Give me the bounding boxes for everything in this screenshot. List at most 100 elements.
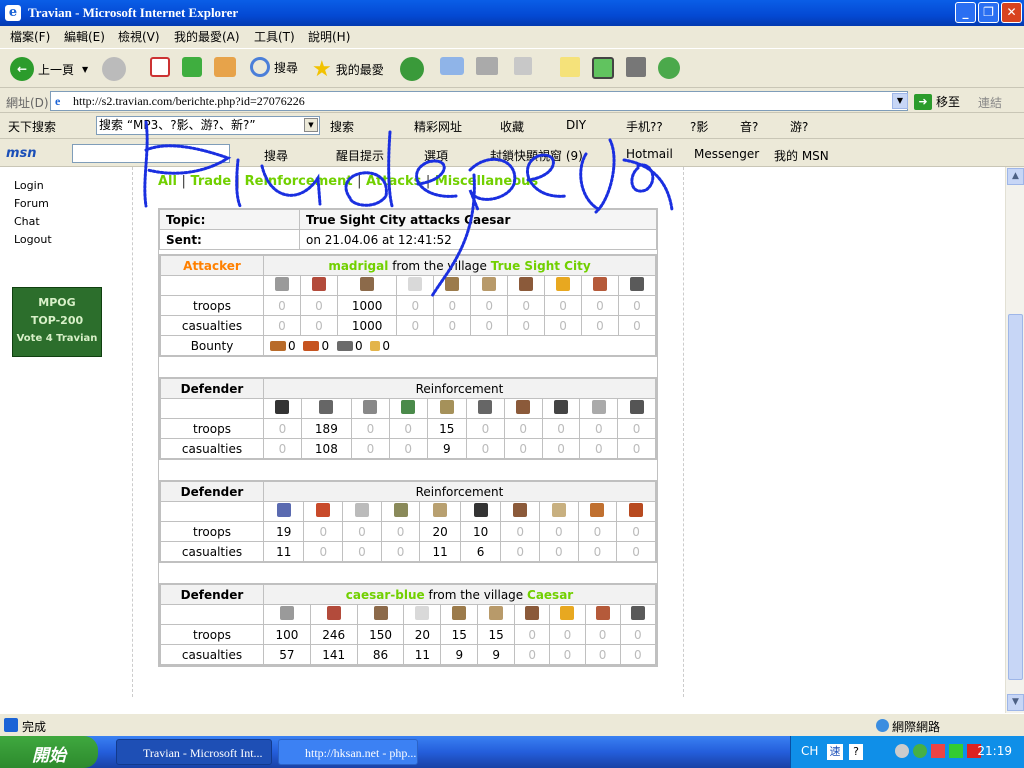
banner-line: TOP-200 bbox=[30, 314, 84, 327]
minimize-button[interactable]: _ bbox=[955, 2, 976, 23]
stop-button[interactable] bbox=[150, 57, 174, 77]
link-music[interactable]: 音? bbox=[740, 118, 758, 135]
messenger-link[interactable]: Messenger bbox=[694, 147, 759, 161]
unit-count-cell: 0 bbox=[617, 438, 656, 459]
forward-button[interactable] bbox=[102, 57, 130, 81]
unit-icon bbox=[592, 277, 607, 291]
ime-icon[interactable]: 速 bbox=[827, 744, 843, 760]
my-msn-button[interactable]: 我的 MSN bbox=[774, 147, 829, 164]
start-button[interactable]: 開始 bbox=[0, 736, 98, 768]
defender-village[interactable]: Caesar bbox=[527, 588, 573, 602]
unit-type-cell bbox=[356, 604, 405, 625]
menu-help[interactable]: 說明(H) bbox=[308, 28, 350, 45]
home-button[interactable] bbox=[214, 57, 240, 77]
menu-file[interactable]: 檔案(F) bbox=[10, 28, 50, 45]
unit-count-cell: 0 bbox=[351, 438, 390, 459]
attacker-village[interactable]: True Sight City bbox=[491, 259, 591, 273]
menu-favorites[interactable]: 我的最愛(A) bbox=[174, 28, 240, 45]
options-button[interactable]: 選項 bbox=[424, 147, 448, 164]
msn-search-input[interactable] bbox=[72, 144, 230, 163]
attacker-player[interactable]: madrigal bbox=[328, 259, 388, 273]
security-icon[interactable] bbox=[931, 744, 945, 758]
chevron-down-icon[interactable]: ▼ bbox=[82, 65, 88, 74]
hotmail-button[interactable]: Hotmail bbox=[626, 147, 673, 161]
scroll-down-icon[interactable]: ▼ bbox=[1007, 694, 1024, 711]
help-icon[interactable]: ? bbox=[849, 744, 863, 760]
refresh-icon bbox=[182, 57, 202, 77]
download-button[interactable] bbox=[626, 57, 650, 77]
unit-count-cell: 0 bbox=[500, 521, 540, 542]
network-icon[interactable] bbox=[949, 744, 963, 758]
messenger-button[interactable] bbox=[658, 57, 684, 79]
unit-icon bbox=[551, 503, 566, 517]
menu-edit[interactable]: 編輯(E) bbox=[64, 28, 105, 45]
menu-tools[interactable]: 工具(T) bbox=[254, 28, 295, 45]
unit-count-cell: 0 bbox=[433, 315, 472, 336]
tray-icon[interactable] bbox=[895, 744, 909, 758]
flower-icon[interactable] bbox=[913, 744, 927, 758]
link-movie[interactable]: ?影 bbox=[690, 118, 708, 135]
mpog-top200-banner[interactable]: MPOG TOP-200 Vote 4 Travian bbox=[12, 287, 102, 357]
search-button[interactable]: 搜尋 bbox=[250, 57, 298, 77]
print-button[interactable] bbox=[476, 57, 502, 75]
menu-view[interactable]: 檢視(V) bbox=[118, 28, 160, 45]
toolbar-search-button[interactable]: 搜索 bbox=[330, 118, 354, 135]
print-icon bbox=[476, 57, 498, 75]
link-cool-sites[interactable]: 精彩网址 bbox=[414, 118, 462, 135]
scroll-thumb[interactable] bbox=[1008, 314, 1023, 680]
chevron-down-icon[interactable]: ▼ bbox=[304, 118, 318, 132]
unit-type-cell bbox=[303, 501, 344, 522]
task-hksan[interactable]: http://hksan.net - php... bbox=[278, 739, 418, 765]
highlight-button[interactable]: 醒目提示 bbox=[336, 147, 384, 164]
unit-type-cell bbox=[477, 604, 516, 625]
blank-cell bbox=[160, 275, 264, 296]
history-button[interactable] bbox=[400, 57, 428, 81]
back-button[interactable]: ← 上一頁 ▼ bbox=[10, 57, 88, 81]
language-indicator[interactable]: CH bbox=[801, 744, 818, 758]
address-dropdown-icon[interactable]: ▼ bbox=[892, 93, 908, 109]
address-input[interactable]: http://s2.travian.com/berichte.php?id=27… bbox=[50, 91, 908, 111]
task-travian[interactable]: Travian - Microsoft Int... bbox=[116, 739, 272, 765]
unit-icon bbox=[525, 606, 540, 620]
favorites-button[interactable]: ★ 我的最愛 bbox=[312, 57, 384, 82]
toolbar-search-input[interactable]: 搜索 “MP3、?影、游?、新?” bbox=[96, 116, 320, 135]
notes-button[interactable] bbox=[560, 57, 584, 77]
nav-chat[interactable]: Chat bbox=[14, 213, 52, 231]
unit-count-cell: 0 bbox=[503, 418, 543, 439]
filter-all[interactable]: All bbox=[158, 174, 177, 189]
unit-type-cell bbox=[581, 275, 619, 296]
link-collection[interactable]: 收藏 bbox=[500, 118, 524, 135]
unit-icon bbox=[373, 606, 388, 620]
msn-search-button[interactable]: 搜尋 bbox=[264, 147, 288, 164]
icq-button[interactable] bbox=[592, 57, 618, 79]
links-button[interactable]: 連結 bbox=[978, 94, 1002, 111]
unit-count-cell: 19 bbox=[262, 521, 305, 542]
unit-count-cell: 15 bbox=[477, 624, 516, 645]
msn-logo[interactable]: msn bbox=[6, 146, 37, 161]
maximize-button[interactable]: ❐ bbox=[978, 2, 999, 23]
popup-blocker-button[interactable]: 封鎖快顯視窗 (9) bbox=[490, 147, 583, 164]
defender-label: Defender bbox=[160, 584, 264, 605]
mail-button[interactable] bbox=[440, 57, 468, 75]
vertical-scrollbar[interactable]: ▲ ▼ bbox=[1005, 167, 1024, 713]
link-mobile[interactable]: 手机?? bbox=[626, 118, 663, 135]
defender-player[interactable]: caesar-blue bbox=[346, 588, 425, 602]
filter-trade[interactable]: Trade bbox=[190, 174, 231, 189]
close-button[interactable]: ✕ bbox=[1001, 2, 1022, 23]
link-game[interactable]: 游? bbox=[790, 118, 808, 135]
go-button[interactable]: ➜ 移至 bbox=[914, 93, 960, 110]
unit-type-cell bbox=[503, 398, 543, 419]
unit-icon bbox=[363, 400, 378, 414]
filter-misc[interactable]: Miscellaneous bbox=[435, 174, 538, 189]
nav-forum[interactable]: Forum bbox=[14, 195, 52, 213]
filter-reinforcement[interactable]: Reinforcement bbox=[245, 174, 353, 189]
refresh-button[interactable] bbox=[182, 57, 206, 77]
scroll-up-icon[interactable]: ▲ bbox=[1007, 168, 1024, 185]
unit-icon bbox=[439, 400, 454, 414]
toolbar-name[interactable]: 天下搜索 bbox=[8, 118, 56, 135]
nav-logout[interactable]: Logout bbox=[14, 231, 52, 249]
edit-button[interactable] bbox=[514, 57, 536, 75]
filter-attacks[interactable]: Attacks bbox=[366, 174, 421, 189]
link-diy[interactable]: DIY bbox=[566, 118, 586, 132]
nav-login[interactable]: Login bbox=[14, 177, 52, 195]
